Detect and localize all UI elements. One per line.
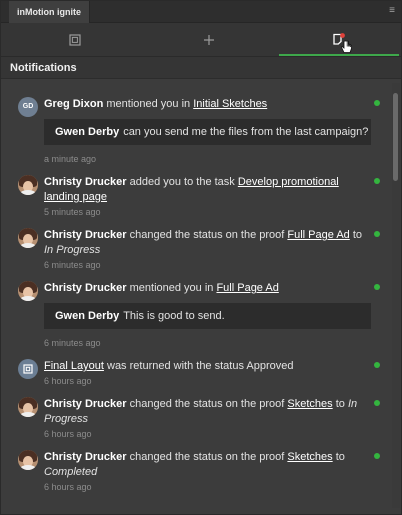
notification-item[interactable]: Christy Drucker changed the status on th…: [1, 387, 389, 440]
notification-feed[interactable]: GD Greg Dixon mentioned you in Initial S…: [1, 83, 389, 508]
unread-indicator: [374, 362, 380, 368]
quote-author: Gwen Derby: [55, 310, 120, 322]
hamburger-menu-icon[interactable]: ≡: [387, 5, 397, 17]
avatar: [18, 397, 38, 417]
unread-indicator: [374, 453, 380, 459]
notifications-panel: inMotion ignite ≡ Notifications GD Greg …: [0, 0, 402, 515]
active-tab-indicator: [279, 54, 399, 56]
timestamp: a minute ago: [44, 154, 97, 164]
notification-text: Final Layout was returned with the statu…: [44, 360, 294, 372]
avatar: [18, 281, 38, 301]
actor-name: Christy Drucker: [44, 229, 127, 241]
timestamp: 6 minutes ago: [44, 338, 101, 348]
unread-indicator: [374, 400, 380, 406]
notification-item[interactable]: Christy Drucker mentioned you in Full Pa…: [1, 271, 389, 349]
hand-cursor-icon: [341, 40, 352, 53]
notification-item[interactable]: Final Layout was returned with the statu…: [1, 349, 389, 387]
actor-name: Greg Dixon: [44, 98, 104, 110]
timestamp: 6 hours ago: [44, 429, 92, 439]
comment-quote: Gwen Derby This is good to send.: [44, 303, 371, 329]
status-text: Completed: [44, 466, 98, 478]
actor-name: Christy Drucker: [44, 451, 127, 463]
panel-tab[interactable]: inMotion ignite: [9, 1, 90, 23]
notification-text: Christy Drucker changed the status on th…: [44, 398, 358, 425]
quote-author: Gwen Derby: [55, 126, 120, 138]
comment-quote: Gwen Derby can you send me the files from…: [44, 119, 371, 145]
timestamp: 6 hours ago: [44, 376, 92, 386]
notification-link[interactable]: Final Layout: [44, 360, 104, 372]
panel-toolbar: [1, 23, 401, 57]
actor-name: Christy Drucker: [44, 176, 127, 188]
notification-text: Christy Drucker mentioned you in Full Pa…: [44, 282, 279, 294]
timestamp: 5 minutes ago: [44, 207, 101, 217]
notification-text: Christy Drucker added you to the task De…: [44, 176, 339, 203]
timestamp: 6 minutes ago: [44, 260, 101, 270]
avatar: GD: [18, 97, 38, 117]
panel-titlebar: inMotion ignite ≡: [1, 1, 401, 23]
notification-item[interactable]: GD Greg Dixon mentioned you in Initial S…: [1, 83, 389, 165]
notification-item[interactable]: Christy Drucker added you to the task De…: [1, 165, 389, 218]
actor-name: Christy Drucker: [44, 398, 127, 410]
unread-indicator: [374, 284, 380, 290]
notification-item[interactable]: Christy Drucker changed the status on th…: [1, 440, 389, 493]
status-text: In Progress: [44, 244, 101, 256]
notification-link[interactable]: Full Page Ad: [216, 282, 278, 294]
proofs-tab[interactable]: [9, 23, 141, 57]
unread-indicator: [374, 100, 380, 106]
avatar: [18, 450, 38, 470]
scrollbar-thumb[interactable]: [393, 93, 398, 181]
notification-text: Greg Dixon mentioned you in Initial Sket…: [44, 98, 268, 110]
notification-link[interactable]: Sketches: [287, 398, 332, 410]
unread-indicator: [374, 178, 380, 184]
unread-indicator: [374, 231, 380, 237]
add-tab[interactable]: [141, 23, 277, 57]
section-title: Notifications: [1, 57, 401, 79]
proof-icon: [69, 34, 81, 46]
proof-icon: [23, 364, 33, 374]
timestamp: 6 hours ago: [44, 482, 92, 492]
proof-avatar: [18, 359, 38, 379]
notification-link[interactable]: Full Page Ad: [287, 229, 349, 241]
avatar: [18, 175, 38, 195]
notification-link[interactable]: Initial Sketches: [193, 98, 267, 110]
notification-text: Christy Drucker changed the status on th…: [44, 229, 363, 256]
notification-link[interactable]: Sketches: [287, 451, 332, 463]
plus-icon: [204, 35, 214, 45]
avatar: [18, 228, 38, 248]
notification-item[interactable]: Christy Drucker changed the status on th…: [1, 218, 389, 271]
notification-text: Christy Drucker changed the status on th…: [44, 451, 345, 478]
notifications-tab[interactable]: [277, 23, 399, 57]
feed-scrollbar[interactable]: [392, 83, 400, 508]
actor-name: Christy Drucker: [44, 282, 127, 294]
